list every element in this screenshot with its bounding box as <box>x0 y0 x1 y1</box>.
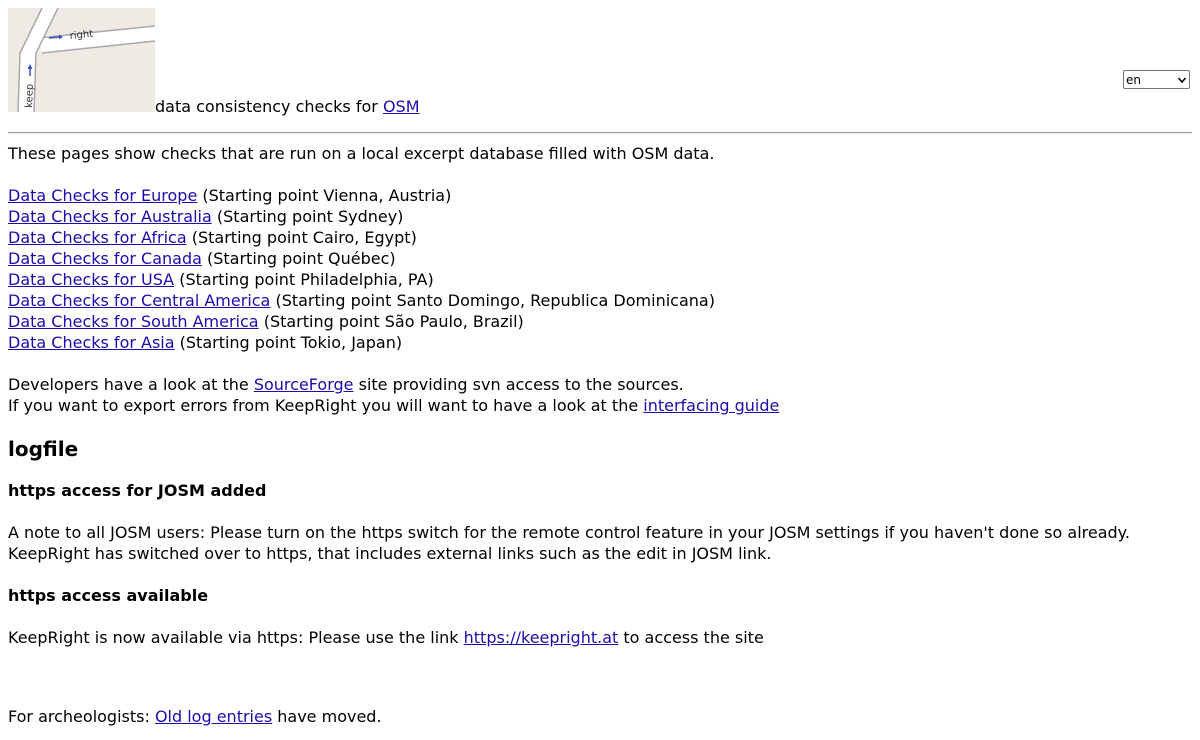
region-item: Data Checks for Asia (Starting point Tok… <box>8 332 1192 353</box>
region-link-usa[interactable]: Data Checks for USA <box>8 270 174 289</box>
log-entry-title: https access available <box>8 586 209 605</box>
log-entry-body-start: KeepRight is now available via https: Pl… <box>8 628 459 647</box>
region-note: (Starting point Québec) <box>207 249 396 268</box>
region-note: (Starting point Philadelphia, PA) <box>179 270 434 289</box>
log-entry-body-end: to access the site <box>623 628 764 647</box>
region-item: Data Checks for USA (Starting point Phil… <box>8 269 1192 290</box>
region-item: Data Checks for Africa (Starting point C… <box>8 227 1192 248</box>
keepright-logo: right keep <box>8 8 155 112</box>
log-entry-title: https access for JOSM added <box>8 481 267 500</box>
logfile-heading: logfile <box>8 437 79 461</box>
tagline-text: data consistency checks for <box>155 97 378 116</box>
interfacing-text-start: If you want to export errors from KeepRi… <box>8 396 639 415</box>
region-item: Data Checks for South America (Starting … <box>8 311 1192 332</box>
intro-text: These pages show checks that are run on … <box>8 144 715 163</box>
sourceforge-link[interactable]: SourceForge <box>254 375 354 394</box>
region-note: (Starting point Santo Domingo, Republica… <box>275 291 715 310</box>
region-item: Data Checks for Australia (Starting poin… <box>8 206 1192 227</box>
region-note: (Starting point São Paulo, Brazil) <box>263 312 524 331</box>
region-link-europe[interactable]: Data Checks for Europe <box>8 186 197 205</box>
region-note: (Starting point Vienna, Austria) <box>202 186 452 205</box>
chevron-down-icon <box>1177 76 1187 83</box>
region-item: Data Checks for Central America (Startin… <box>8 290 1192 311</box>
interfacing-text: If you want to export errors from KeepRi… <box>8 395 1192 416</box>
logo-label-keep: keep <box>24 84 36 108</box>
region-note: (Starting point Tokio, Japan) <box>179 333 403 352</box>
old-log-entries-link[interactable]: Old log entries <box>155 707 272 726</box>
region-link-africa[interactable]: Data Checks for Africa <box>8 228 187 247</box>
log-entry-body: KeepRight is now available via https: Pl… <box>8 627 1192 648</box>
page-header: right keep data consistency checks for O… <box>8 8 1192 116</box>
site-tagline: data consistency checks for OSM <box>155 96 420 117</box>
region-link-south-america[interactable]: Data Checks for South America <box>8 312 259 331</box>
region-note: (Starting point Cairo, Egypt) <box>191 228 417 247</box>
footer-text-end: have moved. <box>277 707 382 726</box>
developers-text-start: Developers have a look at the <box>8 375 249 394</box>
region-note: (Starting point Sydney) <box>216 207 404 226</box>
header-divider <box>8 132 1192 134</box>
region-link-australia[interactable]: Data Checks for Australia <box>8 207 212 226</box>
region-link-canada[interactable]: Data Checks for Canada <box>8 249 202 268</box>
region-link-asia[interactable]: Data Checks for Asia <box>8 333 175 352</box>
main-content: These pages show checks that are run on … <box>8 143 1192 727</box>
developers-text-end: site providing svn access to the sources… <box>358 375 684 394</box>
developers-text: Developers have a look at the SourceForg… <box>8 374 1192 395</box>
logo-map-illustration: right keep <box>8 8 155 112</box>
footer-text: For archeologists: Old log entries have … <box>8 706 1192 727</box>
region-list: Data Checks for Europe (Starting point V… <box>8 185 1192 353</box>
region-item: Data Checks for Canada (Starting point Q… <box>8 248 1192 269</box>
language-select[interactable]: en <box>1123 70 1190 89</box>
log-entry-body: A note to all JOSM users: Please turn on… <box>8 523 1130 563</box>
region-link-central-america[interactable]: Data Checks for Central America <box>8 291 270 310</box>
interfacing-guide-link[interactable]: interfacing guide <box>643 396 779 415</box>
osm-link[interactable]: OSM <box>383 97 420 116</box>
keepright-https-link[interactable]: https://keepright.at <box>464 628 619 647</box>
language-select-value: en <box>1126 72 1141 87</box>
footer-text-start: For archeologists: <box>8 707 150 726</box>
region-item: Data Checks for Europe (Starting point V… <box>8 185 1192 206</box>
